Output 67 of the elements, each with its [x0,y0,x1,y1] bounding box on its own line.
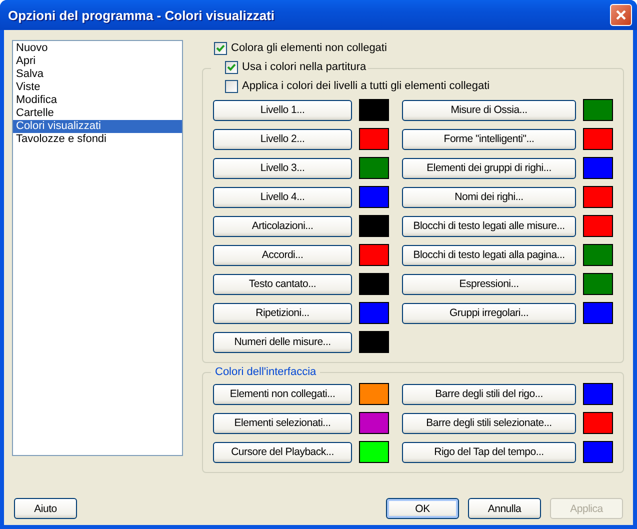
color-option-button[interactable]: Blocchi di testo legati alle misure... [402,216,576,236]
color-option-button[interactable]: Misure di Ossia... [402,100,576,120]
color-swatch[interactable] [359,331,389,353]
category-list-item[interactable]: Modifica [13,94,182,107]
checkbox[interactable] [225,80,238,92]
color-swatch[interactable] [359,273,389,295]
color-swatch[interactable] [583,412,613,434]
close-button[interactable] [610,4,632,26]
checkbox[interactable] [225,60,238,74]
group-title: Colori dell'interfaccia [214,366,318,378]
color-swatch[interactable] [359,412,389,434]
category-list-item[interactable]: Salva [13,68,182,81]
color-swatch[interactable] [583,186,613,208]
color-option-button[interactable]: Accordi... [213,244,352,266]
color-swatch[interactable] [583,441,613,463]
color-swatch[interactable] [359,186,389,208]
color-swatch[interactable] [583,99,613,121]
color-option-button[interactable]: Elementi non collegati... [213,384,352,404]
color-option-button[interactable]: Gruppi irregolari... [402,302,576,324]
color-swatch[interactable] [583,215,613,237]
color-swatch[interactable] [583,244,613,266]
color-swatch[interactable] [583,383,613,405]
checkbox-label: Applica i colori dei livelli a tutti gli elementi collegati [242,80,490,92]
color-option-button[interactable]: Blocchi di testo legati alla pagina... [402,244,576,266]
color-option-button[interactable]: Barre degli stili del rigo... [402,384,576,404]
color-option-button[interactable]: Articolazioni... [213,216,352,236]
color-swatch[interactable] [583,273,613,295]
color-swatch[interactable] [583,128,613,150]
dialog-button[interactable]: OK [386,498,459,519]
category-list-item[interactable]: Tavolozze e sfondi [13,133,182,146]
color-swatch[interactable] [359,244,389,266]
color-option-button[interactable]: Elementi dei gruppi di righi... [402,158,576,178]
color-option-button[interactable]: Ripetizioni... [213,302,352,324]
color-option-button[interactable]: Livello 3... [213,158,352,178]
dialog-button[interactable]: Annulla [468,498,541,519]
color-swatch[interactable] [583,157,613,179]
category-list-item[interactable]: Apri [13,55,182,68]
color-swatch[interactable] [359,302,389,324]
window-title: Opzioni del programma - Colori visualizzati [8,8,275,22]
category-list-item[interactable]: Viste [13,81,182,94]
color-option-button[interactable]: Espressioni... [402,274,576,294]
color-option-button[interactable]: Rigo del Tap del tempo... [402,442,576,462]
category-list-item[interactable]: Colori visualizzati [13,120,182,133]
color-option-button[interactable]: Forme "intelligenti"... [402,128,576,150]
color-swatch[interactable] [359,383,389,405]
color-option-button[interactable]: Elementi selezionati... [213,412,352,434]
color-option-button[interactable]: Livello 2... [213,128,352,150]
color-option-button[interactable]: Barre degli stili selezionate... [402,412,576,434]
color-swatch[interactable] [359,215,389,237]
color-option-button[interactable]: Nomi dei righi... [402,186,576,208]
color-swatch[interactable] [359,128,389,150]
color-option-button[interactable]: Cursore del Playback... [213,442,352,462]
checkbox-label: Colora gli elementi non collegati [231,42,387,54]
color-swatch[interactable] [359,441,389,463]
color-option-button[interactable]: Numeri delle misure... [213,332,352,352]
help-button[interactable]: Aiuto [14,498,77,519]
color-swatch[interactable] [359,157,389,179]
color-option-button[interactable]: Testo cantato... [213,274,352,294]
category-list-item[interactable]: Cartelle [13,107,182,120]
color-option-button[interactable]: Livello 1... [213,100,352,120]
color-swatch[interactable] [583,302,613,324]
color-swatch[interactable] [359,99,389,121]
category-list-item[interactable]: Nuovo [13,42,182,55]
checkbox-label: Usa i colori nella partitura [242,61,366,73]
close-icon [615,9,627,21]
color-option-button[interactable]: Livello 4... [213,186,352,208]
checkbox[interactable] [214,42,227,54]
